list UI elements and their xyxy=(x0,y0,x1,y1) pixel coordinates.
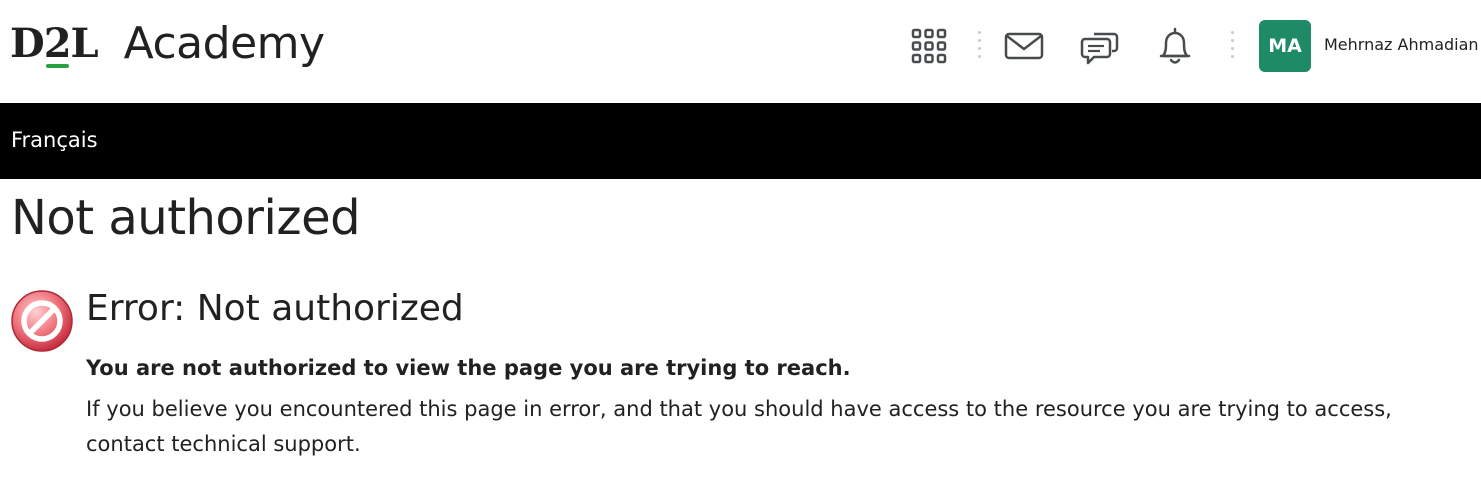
page-title: Not authorized xyxy=(11,190,361,246)
chat-icon[interactable] xyxy=(1075,21,1125,71)
waffle-icon[interactable] xyxy=(904,21,954,71)
d2l-logo: D2L xyxy=(10,20,99,68)
avatar[interactable]: MA xyxy=(1259,20,1311,72)
header: D2L Academy MA Mehrnaz Ahmadian xyxy=(0,0,1481,103)
user-name[interactable]: Mehrnaz Ahmadian xyxy=(1324,35,1479,54)
separator xyxy=(978,31,982,61)
error-heading: Error: Not authorized xyxy=(86,288,464,329)
email-icon[interactable] xyxy=(999,21,1049,71)
separator xyxy=(1231,31,1235,61)
bell-icon[interactable] xyxy=(1150,21,1200,71)
navbar: Français xyxy=(0,103,1481,179)
error-icon xyxy=(10,289,74,353)
d2l-academy-logo[interactable]: D2L Academy xyxy=(10,14,325,74)
logo-product-name: Academy xyxy=(123,18,325,69)
language-link[interactable]: Français xyxy=(11,128,98,152)
error-message: If you believe you encountered this page… xyxy=(86,397,1392,456)
error-message-bold: You are not authorized to view the page … xyxy=(86,356,851,380)
